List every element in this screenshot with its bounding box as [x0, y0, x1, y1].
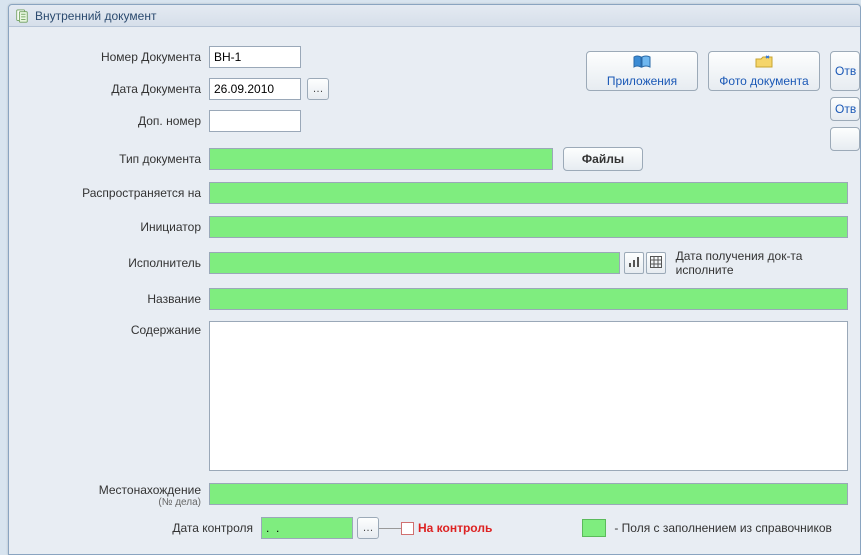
- name-input[interactable]: [209, 288, 848, 310]
- extra-number-input[interactable]: [209, 110, 301, 132]
- ctl-date-input[interactable]: [261, 517, 353, 539]
- document-icon: [15, 9, 29, 23]
- executor-label: Исполнитель: [21, 256, 209, 270]
- location-label: Местонахождение (№ дела): [21, 483, 209, 508]
- window-frame: Внутренний документ Приложения Фото доку…: [8, 4, 861, 555]
- dash-connector: [379, 528, 401, 529]
- grid-icon: [650, 256, 662, 271]
- chart-icon: [628, 256, 640, 271]
- on-control-checkbox[interactable]: [401, 522, 414, 535]
- files-button[interactable]: Файлы: [563, 147, 643, 171]
- initiator-label: Инициатор: [21, 220, 209, 234]
- name-label: Название: [21, 292, 209, 306]
- legend-swatch: [582, 519, 606, 537]
- doc-number-input[interactable]: [209, 46, 301, 68]
- applies-to-label: Распространяется на: [21, 186, 209, 200]
- titlebar: Внутренний документ: [9, 5, 860, 27]
- ctl-date-picker-button[interactable]: [357, 517, 379, 539]
- doc-date-label: Дата Документа: [21, 82, 209, 96]
- executor-grid-button[interactable]: [646, 252, 666, 274]
- doc-type-label: Тип документа: [21, 152, 209, 166]
- executor-input[interactable]: [209, 252, 620, 274]
- legend: - Поля с заполнением из справочников: [582, 519, 832, 537]
- doc-date-input[interactable]: [209, 78, 301, 100]
- ctl-date-label: Дата контроля: [21, 521, 261, 535]
- form-content: Номер Документа Дата Документа Доп. номе…: [9, 27, 860, 554]
- doc-number-label: Номер Документа: [21, 50, 209, 64]
- doc-type-input[interactable]: [209, 148, 553, 170]
- legend-text: - Поля с заполнением из справочников: [614, 521, 832, 535]
- location-input[interactable]: [209, 483, 848, 505]
- on-control-label: На контроль: [418, 521, 492, 535]
- doc-date-picker-button[interactable]: [307, 78, 329, 100]
- window-title: Внутренний документ: [35, 9, 156, 23]
- applies-to-input[interactable]: [209, 182, 848, 204]
- initiator-input[interactable]: [209, 216, 848, 238]
- extra-number-label: Доп. номер: [21, 114, 209, 128]
- content-textarea[interactable]: [209, 321, 848, 471]
- executor-chart-button[interactable]: [624, 252, 644, 274]
- exec-recv-date-label: Дата получения док-та исполните: [676, 249, 848, 277]
- content-label: Содержание: [21, 321, 209, 337]
